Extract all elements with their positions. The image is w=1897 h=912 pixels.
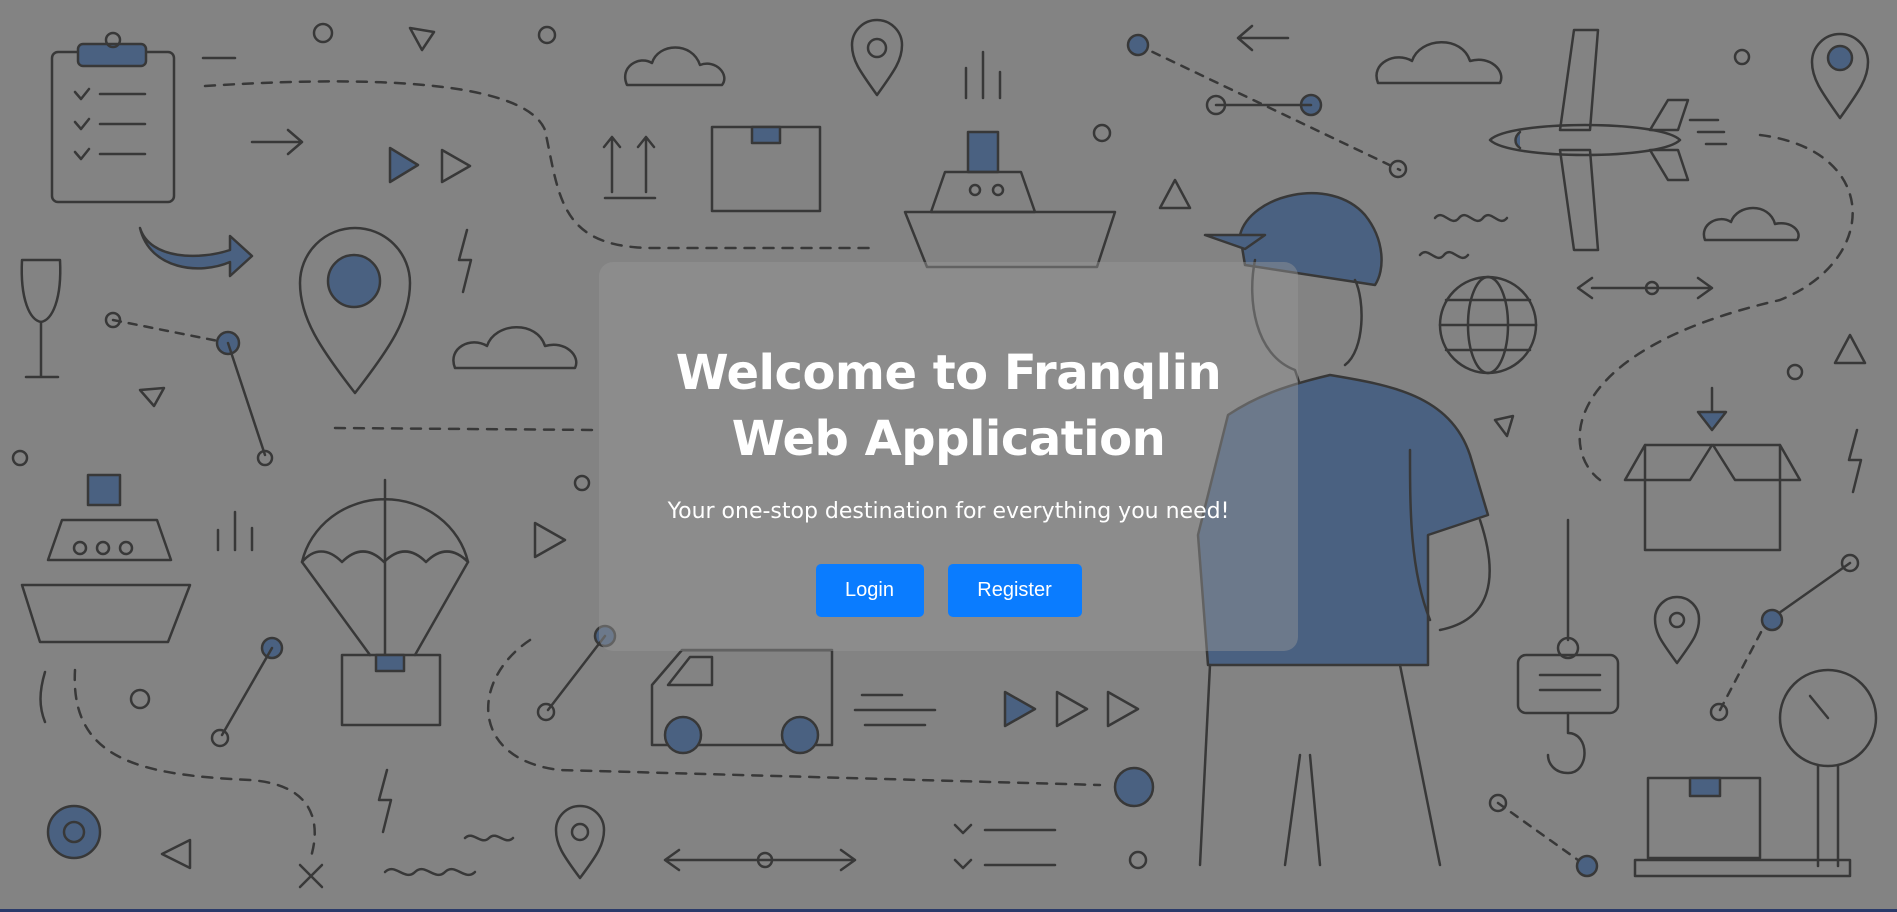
welcome-card: Welcome to Franqlin Web Application Your… [599, 262, 1298, 651]
page-title: Welcome to Franqlin Web Application [675, 345, 1222, 467]
login-button[interactable]: Login [815, 564, 924, 617]
register-button[interactable]: Register [947, 564, 1082, 617]
landing-page: Welcome to Franqlin Web Application Your… [0, 0, 1897, 912]
auth-button-row: Login Register [599, 564, 1298, 617]
tagline: Your one-stop destination for everything… [667, 499, 1230, 524]
